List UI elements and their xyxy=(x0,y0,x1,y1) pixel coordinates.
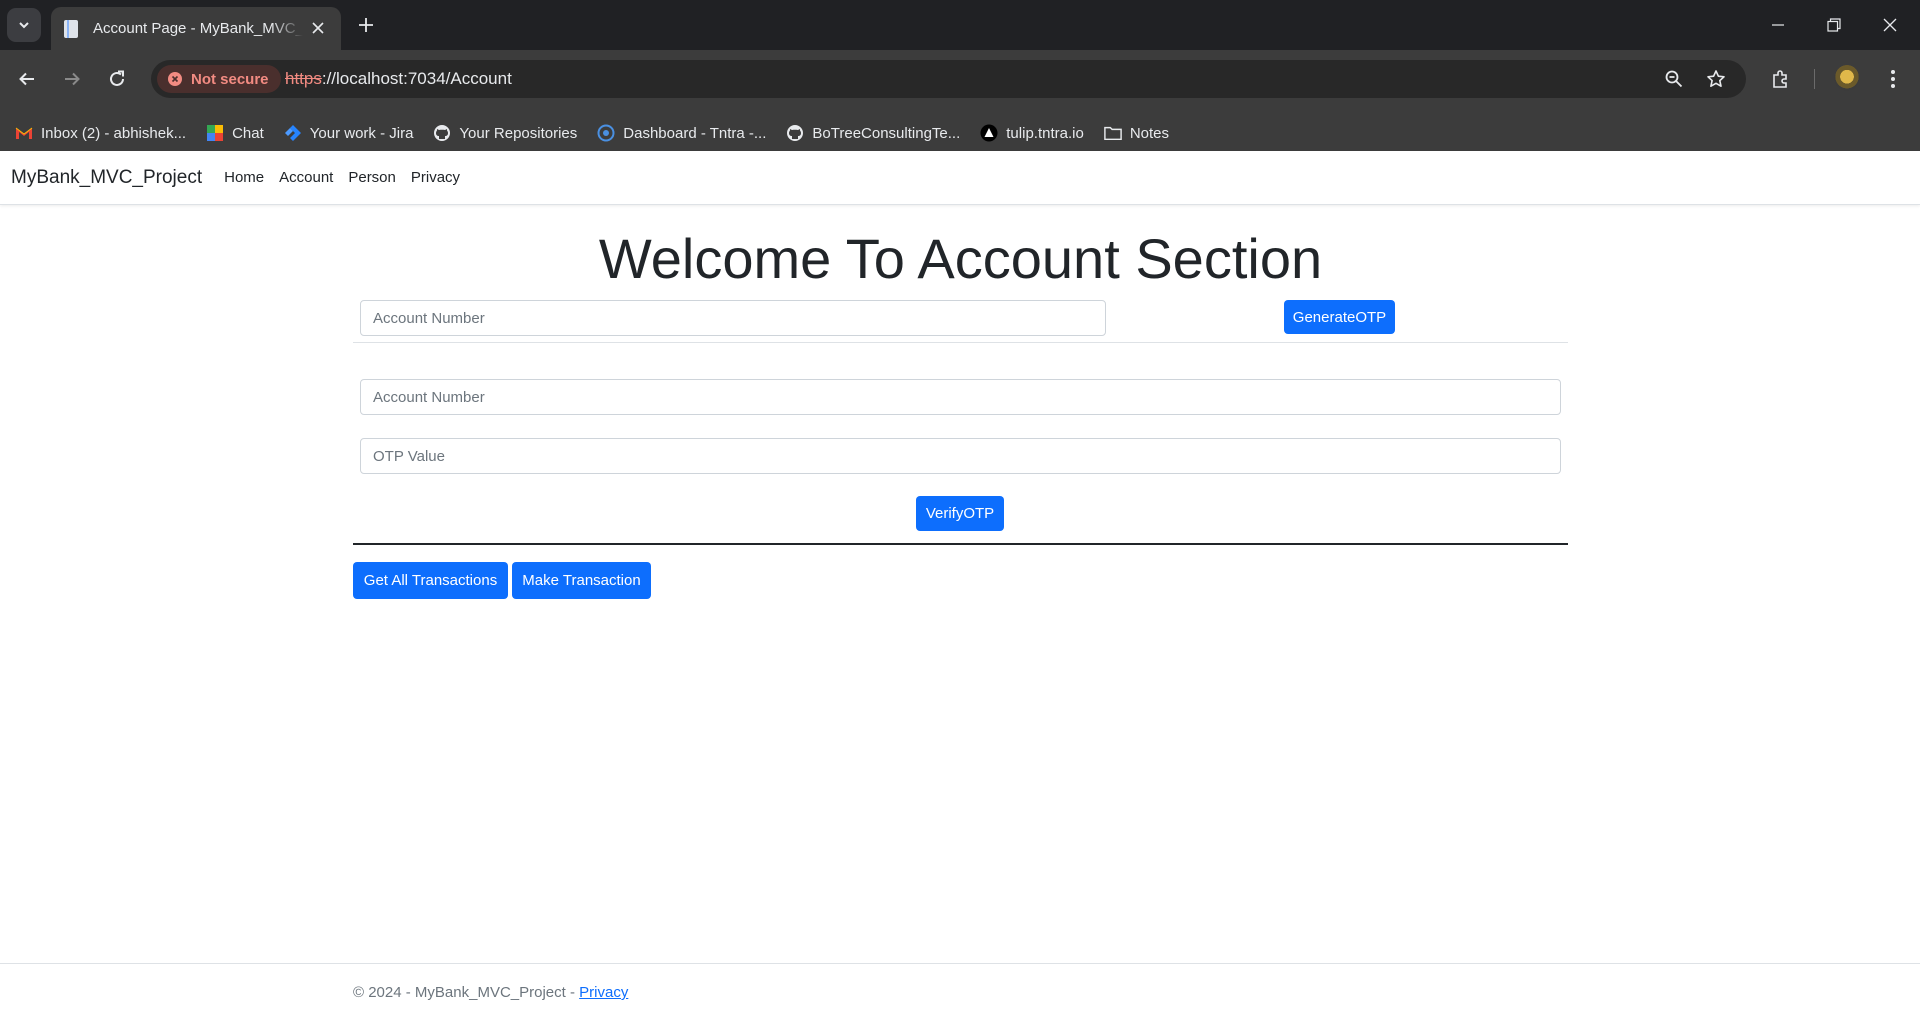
site-footer: © 2024 - MyBank_MVC_Project - Privacy xyxy=(0,963,1920,1021)
extensions-button[interactable] xyxy=(1765,63,1797,95)
tab-search-button[interactable] xyxy=(7,8,41,42)
url-scheme: https xyxy=(285,69,322,88)
nav-link-person[interactable]: Person xyxy=(348,169,396,186)
verify-otp-button[interactable]: VerifyOTP xyxy=(916,496,1004,532)
arrow-right-icon xyxy=(65,72,80,86)
divider xyxy=(353,342,1568,344)
browser-toolbar: Not secure https://localhost:7034/Accoun… xyxy=(0,50,1920,158)
bookmark-label: tulip.tntra.io xyxy=(1006,124,1084,142)
otp-value-input[interactable] xyxy=(360,438,1561,475)
reload-icon xyxy=(110,70,124,86)
bookmark-label: Your work - Jira xyxy=(309,124,414,142)
security-label: Not secure xyxy=(191,70,269,88)
bookmark-jira[interactable]: Your work - Jira xyxy=(282,118,422,148)
make-transaction-button[interactable]: Make Transaction xyxy=(512,562,651,600)
footer-text: © 2024 - MyBank_MVC_Project - Privacy xyxy=(353,984,628,1001)
bookmark-label: Your Repositories xyxy=(459,124,578,142)
bookmark-label: Notes xyxy=(1129,124,1169,142)
footer-privacy-link[interactable]: Privacy xyxy=(579,984,628,1001)
close-icon xyxy=(1883,18,1897,32)
security-chip[interactable]: Not secure xyxy=(157,65,281,93)
bookmark-star-icon[interactable] xyxy=(1704,67,1728,91)
chat-icon xyxy=(206,124,224,142)
nav-link-home[interactable]: Home xyxy=(224,169,264,186)
tab-title: Account Page - MyBank_MVC_Project xyxy=(93,20,303,37)
bookmark-tulip[interactable]: tulip.tntra.io xyxy=(978,118,1092,148)
browser-tab-active[interactable]: Account Page - MyBank_MVC_Project xyxy=(51,7,341,50)
forward-button[interactable] xyxy=(56,63,88,95)
puzzle-icon xyxy=(1773,70,1787,88)
github-icon xyxy=(786,124,804,142)
address-bar[interactable]: Not secure https://localhost:7034/Accoun… xyxy=(151,60,1746,98)
bookmark-label: BoTreeConsultingTe... xyxy=(812,124,961,142)
zoom-icon[interactable] xyxy=(1662,67,1686,91)
nav-link-account[interactable]: Account xyxy=(279,169,333,186)
close-tab-icon[interactable] xyxy=(309,19,327,37)
new-tab-button[interactable] xyxy=(353,10,379,40)
arrow-left-icon xyxy=(19,72,34,86)
divider xyxy=(353,543,1568,546)
restore-button[interactable] xyxy=(1806,0,1862,50)
generate-otp-form: GenerateOTP xyxy=(353,292,1568,364)
jira-icon xyxy=(284,124,302,142)
reload-button[interactable] xyxy=(101,63,133,95)
browser-menu-button[interactable] xyxy=(1877,63,1909,95)
tulip-icon xyxy=(980,124,998,142)
restore-icon xyxy=(1827,18,1841,32)
page-title: Welcome To Account Section xyxy=(598,227,1323,290)
close-window-button[interactable] xyxy=(1862,0,1918,50)
url-path: ://localhost:7034/Account xyxy=(321,69,512,88)
page-favicon-icon xyxy=(64,19,78,38)
verify-account-number-input[interactable] xyxy=(360,379,1561,416)
account-section: Welcome To Account Section GenerateOTP V… xyxy=(353,205,1568,626)
nav-link-privacy[interactable]: Privacy xyxy=(411,169,460,186)
dashboard-icon xyxy=(597,124,615,142)
minimize-icon xyxy=(1772,24,1784,26)
bookmark-notes-folder[interactable]: Notes xyxy=(1102,118,1177,148)
copyright-text: © 2024 - MyBank_MVC_Project - xyxy=(353,984,580,1001)
bookmark-gmail[interactable]: Inbox (2) - abhishek... xyxy=(13,118,194,148)
transaction-actions: Get All Transactions Make Transaction xyxy=(353,562,1568,626)
folder-icon xyxy=(1103,124,1122,142)
generate-account-number-input[interactable] xyxy=(360,300,1106,337)
toolbar-separator xyxy=(1814,69,1815,89)
bookmark-label: Dashboard - Tntra -... xyxy=(623,124,767,142)
bookmark-label: Chat xyxy=(232,124,264,142)
generate-otp-button[interactable]: GenerateOTP xyxy=(1284,300,1395,335)
bookmark-label: Inbox (2) - abhishek... xyxy=(41,124,187,142)
get-all-transactions-button[interactable]: Get All Transactions xyxy=(353,562,508,600)
bookmark-github-repos[interactable]: Your Repositories xyxy=(431,118,585,148)
gmail-icon xyxy=(15,124,33,142)
site-navbar: MyBank_MVC_Project Home Account Person P… xyxy=(0,151,1920,205)
back-button[interactable] xyxy=(11,63,43,95)
minimize-button[interactable] xyxy=(1750,0,1806,50)
more-vertical-icon xyxy=(1891,70,1895,88)
bookmark-botree[interactable]: BoTreeConsultingTe... xyxy=(784,118,968,148)
bookmark-chat[interactable]: Chat xyxy=(204,118,272,148)
verify-otp-form: VerifyOTP xyxy=(353,364,1568,576)
url-text[interactable]: https://localhost:7034/Account xyxy=(285,69,512,89)
browser-tab-strip: Account Page - MyBank_MVC_Project xyxy=(0,0,1920,50)
profile-avatar[interactable] xyxy=(1834,65,1860,91)
plus-icon xyxy=(359,18,373,32)
github-icon xyxy=(433,124,451,142)
site-brand-link[interactable]: MyBank_MVC_Project xyxy=(11,167,202,189)
chevron-down-icon xyxy=(19,22,29,29)
bookmark-dashboard[interactable]: Dashboard - Tntra -... xyxy=(595,118,774,148)
warning-icon xyxy=(168,72,182,86)
